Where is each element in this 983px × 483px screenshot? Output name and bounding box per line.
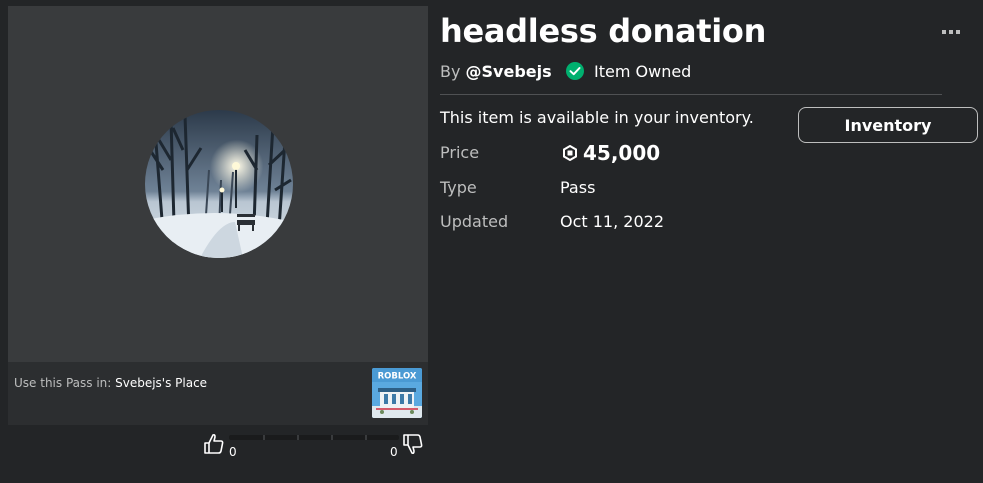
vote-bar-segment [263, 435, 265, 440]
upvote-count: 0 [229, 445, 237, 459]
place-strip: Use this Pass in: Svebejs's Place ROBLOX [8, 362, 428, 425]
vote-row: 0 0 [200, 430, 430, 460]
updated-value: Oct 11, 2022 [560, 212, 664, 231]
more-options-icon[interactable] [938, 20, 966, 44]
place-thumbnail[interactable]: ROBLOX [372, 368, 422, 418]
thumbs-down-icon[interactable] [401, 432, 425, 456]
price-value: 45,000 [583, 141, 661, 165]
vote-ratio-bar [229, 435, 399, 440]
item-owned-label: Item Owned [594, 62, 692, 81]
availability-text: This item is available in your inventory… [440, 108, 754, 127]
type-label: Type [440, 178, 477, 197]
place-link-text: Use this Pass in: Svebejs's Place [14, 376, 207, 390]
thumbs-up-icon[interactable] [202, 432, 226, 456]
check-circle-icon [566, 62, 584, 80]
place-prefix: Use this Pass in: [14, 376, 116, 390]
item-thumbnail-image [145, 110, 293, 258]
divider [440, 94, 942, 95]
creator-byline: By @Svebejs [440, 62, 552, 81]
inventory-button[interactable]: Inventory [798, 107, 978, 143]
type-value: Pass [560, 178, 596, 197]
vote-bar-segment [365, 435, 367, 440]
place-name-link[interactable]: Svebejs's Place [115, 376, 207, 390]
downvote-count: 0 [390, 445, 398, 459]
vote-bar-segment [297, 435, 299, 440]
price-label: Price [440, 143, 480, 162]
item-title: headless donation [440, 12, 767, 50]
vote-bar-segment [331, 435, 333, 440]
updated-label: Updated [440, 212, 509, 231]
robux-icon [562, 144, 578, 162]
place-logo-text: ROBLOX [378, 372, 417, 382]
by-prefix: By [440, 62, 466, 81]
item-thumbnail-panel [8, 6, 428, 362]
creator-link[interactable]: @Svebejs [466, 62, 552, 81]
